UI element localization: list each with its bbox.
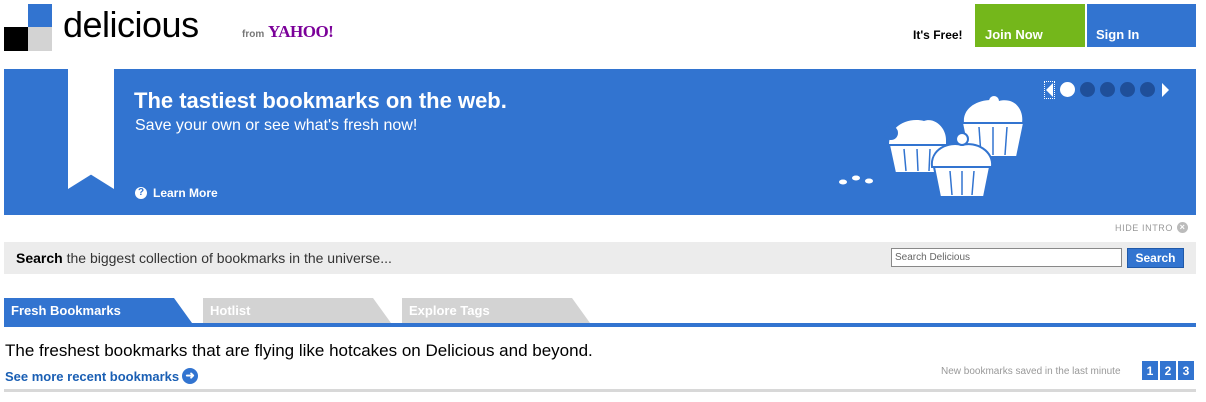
carousel-dot-4[interactable] [1120, 82, 1135, 97]
banner-title: The tastiest bookmarks on the web. [134, 88, 507, 113]
cupcakes-illustration [839, 96, 1026, 198]
carousel-prev-icon[interactable] [1044, 80, 1055, 99]
search-label: Search the biggest collection of bookmar… [16, 250, 392, 266]
hide-intro-label: HIDE INTRO [1115, 222, 1174, 233]
bookmark-tabs: Fresh Bookmarks Hotlist Explore Tags [4, 298, 1196, 328]
search-label-rest: the biggest collection of bookmarks in t… [62, 250, 392, 266]
logo-square-blue [28, 4, 52, 28]
hide-intro-button[interactable]: HIDE INTRO × [1115, 222, 1189, 233]
search-input[interactable] [891, 248, 1122, 267]
carousel-dot-5[interactable] [1140, 82, 1155, 97]
carousel-dot-1[interactable] [1060, 82, 1075, 97]
join-now-button[interactable]: Join Now [975, 4, 1085, 47]
logo-text[interactable]: delicious [63, 4, 199, 46]
divider [4, 389, 1196, 392]
carousel-next-icon[interactable] [1162, 82, 1169, 97]
learn-more-link[interactable]: ? Learn More [135, 186, 218, 200]
tab-underline [4, 323, 1196, 327]
arrow-right-icon: ➜ [182, 368, 199, 384]
see-more-link[interactable]: See more recent bookmarks ➜ [5, 368, 199, 384]
sign-in-button[interactable]: Sign In [1087, 4, 1196, 47]
logo-square-black [4, 27, 28, 51]
page-button-2[interactable]: 2 [1160, 361, 1176, 380]
carousel-controls [1044, 80, 1169, 99]
see-more-label: See more recent bookmarks [5, 368, 180, 384]
yahoo-logo[interactable]: YAHOO! [268, 22, 334, 42]
search-label-bold: Search [16, 250, 63, 266]
close-icon: × [1177, 222, 1189, 233]
delicious-logo-icon[interactable] [4, 4, 52, 51]
fresh-description: The freshest bookmarks that are flying l… [5, 341, 593, 360]
learn-more-label: Learn More [153, 186, 218, 200]
logo-square-gray [28, 27, 52, 51]
its-free-label: It's Free! [913, 28, 963, 42]
intro-banner: The tastiest bookmarks on the web. Save … [4, 69, 1196, 215]
tab-fresh-bookmarks[interactable]: Fresh Bookmarks [4, 298, 192, 323]
page-button-3[interactable]: 3 [1178, 361, 1194, 380]
carousel-dot-3[interactable] [1100, 82, 1115, 97]
search-bar: Search the biggest collection of bookmar… [4, 242, 1196, 274]
tab-hotlist[interactable]: Hotlist [203, 298, 391, 323]
bookmark-ribbon-icon [68, 69, 114, 189]
banner-subtitle: Save your own or see what's fresh now! [135, 117, 418, 134]
carousel-dot-2[interactable] [1080, 82, 1095, 97]
new-bookmarks-label: New bookmarks saved in the last minute [941, 366, 1121, 377]
tab-explore-tags[interactable]: Explore Tags [402, 298, 590, 323]
search-button[interactable]: Search [1127, 248, 1184, 268]
page-button-1[interactable]: 1 [1142, 361, 1158, 380]
pagination: 1 2 3 [1142, 361, 1194, 380]
from-label: from [242, 29, 265, 40]
question-icon: ? [135, 187, 147, 199]
